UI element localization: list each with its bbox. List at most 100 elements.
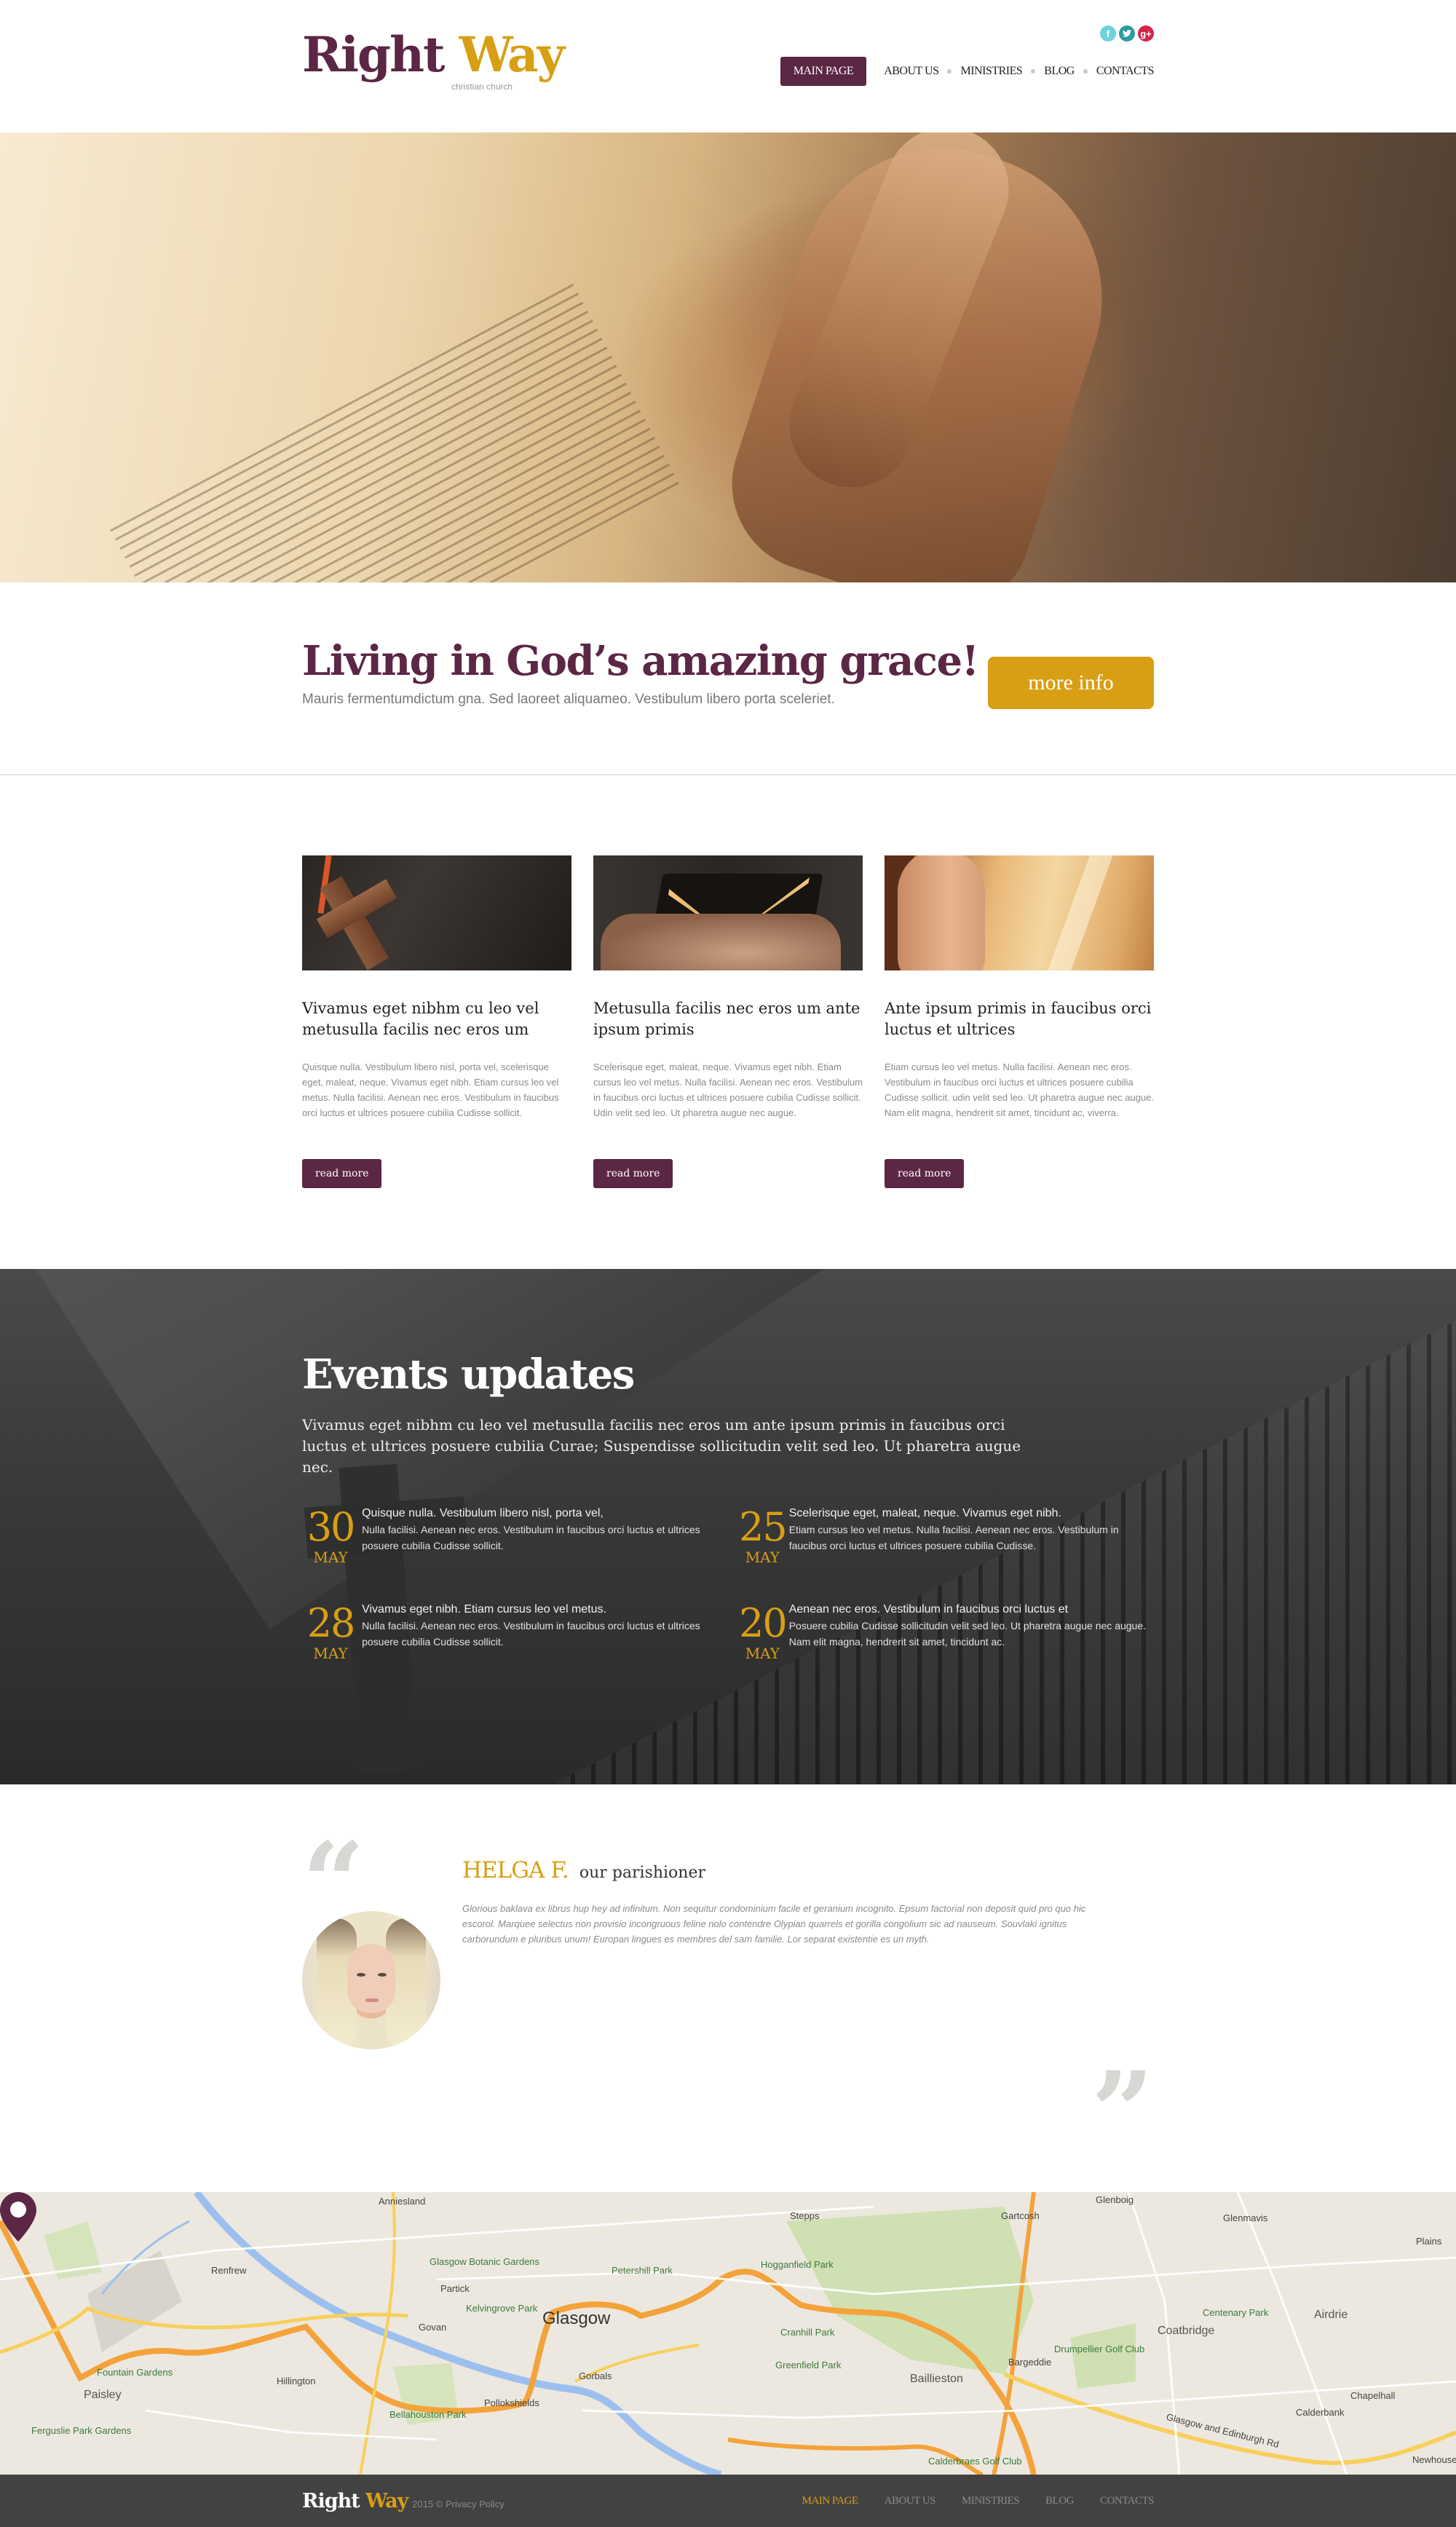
testimonial-header: HELGA F. our parishioner (462, 1857, 705, 1883)
map-label: Newhouse (1412, 2454, 1456, 2465)
feature-card: Ante ipsum primis in faucibus orci luctu… (885, 855, 1154, 1188)
twitter-icon[interactable] (1119, 25, 1135, 41)
footer-nav-blog[interactable]: BLOG (1045, 2495, 1074, 2507)
map-label: Drumpellier Golf Club (1054, 2344, 1145, 2354)
feature-text: Quisque nulla. Vestibulum libero nisl, p… (302, 1061, 559, 1118)
map-label: Anniesland (379, 2196, 426, 2207)
avatar (302, 1911, 440, 2049)
map-park-area (786, 2207, 1034, 2374)
site-header: Right Way christian church f g+ MAIN PAG… (0, 0, 1456, 133)
footer-nav-contacts[interactable]: CONTACTS (1100, 2495, 1154, 2507)
feature-image-prayer[interactable] (885, 855, 1154, 970)
location-map[interactable]: Glasgow Paisley Airdrie Coatbridge Baill… (0, 2192, 1456, 2475)
map-label: Hogganfield Park (761, 2259, 834, 2270)
feature-card: Vivamus eget nibhm cu leo vel metusulla … (302, 855, 571, 1188)
nav-about-us[interactable]: ABOUT US (875, 57, 947, 86)
site-footer: Right Way 2015 © Privacy Policy MAIN PAG… (0, 2475, 1456, 2527)
event-day: 30 (306, 1504, 356, 1550)
map-label: Gorbals (579, 2370, 612, 2381)
social-links: f g+ (1100, 25, 1154, 41)
privacy-policy-link[interactable]: 2015 © Privacy Policy (412, 2499, 505, 2510)
events-title: Events updates (302, 1350, 635, 1399)
event-item[interactable]: 20 MAY Aenean nec eros. Vestibulum in fa… (739, 1600, 1154, 1662)
map-label: Glenboig (1096, 2194, 1134, 2205)
footer-nav: MAIN PAGE ABOUT US MINISTRIES BLOG CONTA… (776, 2495, 1155, 2507)
map-label: Airdrie (1314, 2309, 1348, 2321)
testimonial-name: HELGA F. (462, 1857, 569, 1883)
event-item[interactable]: 28 MAY Vivamus eget nibh. Etiam cursus l… (302, 1600, 739, 1662)
footer-nav-main-page[interactable]: MAIN PAGE (802, 2495, 859, 2507)
event-day: 25 (739, 1504, 788, 1550)
event-item[interactable]: 25 MAY Scelerisque eget, maleat, neque. … (739, 1504, 1154, 1566)
feature-image-bible[interactable] (593, 855, 863, 970)
footer-nav-about-us[interactable]: ABOUT US (885, 2495, 936, 2507)
event-title: Scelerisque eget, maleat, neque. Vivamus… (788, 1507, 1061, 1519)
quote-close-icon: ” (1091, 2048, 1154, 2176)
map-label: Pollokshields (484, 2397, 539, 2408)
main-nav: MAIN PAGE ABOUT US MINISTRIES BLOG CONTA… (780, 57, 1155, 86)
map-park-area (1070, 2323, 1136, 2389)
google-plus-icon[interactable]: g+ (1138, 25, 1154, 41)
map-label: Coatbridge (1158, 2325, 1215, 2337)
event-text: Posuere cubilia Cudisse sollicitudin vel… (788, 1620, 1147, 1648)
map-label: Calderbank (1296, 2407, 1345, 2418)
testimonial-section: “ HELGA F. our parishioner Glorious bakl… (0, 1784, 1456, 2192)
more-info-button[interactable]: more info (988, 657, 1154, 709)
event-title: Quisque nulla. Vestibulum libero nisl, p… (362, 1507, 604, 1519)
map-label: Kelvingrove Park (466, 2303, 538, 2314)
nav-ministries[interactable]: MINISTRIES (951, 57, 1031, 86)
events-list: 30 MAY Quisque nulla. Vestibulum libero … (302, 1504, 1154, 1662)
event-title: Aenean nec eros. Vestibulum in faucibus … (788, 1603, 1069, 1616)
site-logo[interactable]: Right Way (302, 31, 565, 79)
event-month: MAY (313, 1549, 348, 1566)
feature-title: Ante ipsum primis in faucibus orci luctu… (885, 1000, 1152, 1038)
map-label: Bargeddie (1008, 2357, 1052, 2368)
map-label: Glenmavis (1223, 2212, 1268, 2223)
feature-title: Vivamus eget nibhm cu leo vel metusulla … (302, 1000, 539, 1038)
map-label: Hillington (277, 2376, 316, 2386)
hero-banner-image (0, 133, 1456, 582)
location-pin-icon[interactable] (0, 2192, 36, 2242)
map-label: Renfrew (211, 2265, 247, 2276)
footer-logo-word-right: Right (302, 2489, 360, 2512)
map-a-road (1003, 2372, 1456, 2465)
footer-logo-word-way: Way (365, 2489, 408, 2512)
events-section: Events updates Vivamus eget nibhm cu leo… (0, 1269, 1456, 1784)
nav-main-page[interactable]: MAIN PAGE (780, 57, 867, 86)
map-label: Gartcosh (1001, 2210, 1040, 2221)
nav-blog[interactable]: BLOG (1035, 57, 1083, 86)
event-item[interactable]: 30 MAY Quisque nulla. Vestibulum libero … (302, 1504, 739, 1566)
event-month: MAY (745, 1549, 780, 1566)
map-label: Cranhill Park (780, 2327, 835, 2338)
event-text: Nulla facilisi. Aenean nec eros. Vestibu… (362, 1620, 700, 1648)
read-more-button[interactable]: read more (302, 1159, 382, 1188)
feature-title: Metusulla facilis nec eros um ante ipsum… (593, 1000, 860, 1038)
map-label: Glasgow Botanic Gardens (430, 2256, 540, 2267)
map-label: Stepps (790, 2210, 820, 2221)
footer-logo[interactable]: Right Way (302, 2490, 408, 2512)
event-month: MAY (313, 1645, 348, 1662)
map-label: Paisley (84, 2389, 122, 2401)
map-label: Govan (419, 2322, 447, 2333)
map-label: Petershill Park (612, 2265, 673, 2276)
read-more-button[interactable]: read more (593, 1159, 673, 1188)
event-date: 20 MAY (739, 1600, 788, 1662)
event-month: MAY (745, 1645, 780, 1662)
event-text: Nulla facilisi. Aenean nec eros. Vestibu… (362, 1524, 700, 1551)
logo-tagline: christian church (451, 82, 513, 92)
logo-word-right: Right (302, 26, 446, 83)
event-text: Etiam cursus leo vel metus. Nulla facili… (788, 1524, 1119, 1551)
read-more-button[interactable]: read more (885, 1159, 965, 1188)
feature-image-cross[interactable] (302, 855, 571, 970)
map-label: Glasgow (542, 2309, 611, 2328)
nav-contacts[interactable]: CONTACTS (1088, 57, 1155, 86)
footer-nav-ministries[interactable]: MINISTRIES (962, 2495, 1020, 2507)
event-day: 28 (306, 1600, 356, 1646)
map-label: Plains (1416, 2236, 1442, 2247)
feature-card: Metusulla facilis nec eros um ante ipsum… (593, 855, 863, 1188)
facebook-icon[interactable]: f (1100, 25, 1116, 41)
cta-subtitle: Mauris fermentumdictum gna. Sed laoreet … (302, 692, 835, 707)
map-label: Greenfield Park (775, 2360, 842, 2370)
event-day: 20 (739, 1600, 788, 1646)
testimonial-role: our parishioner (579, 1864, 706, 1882)
